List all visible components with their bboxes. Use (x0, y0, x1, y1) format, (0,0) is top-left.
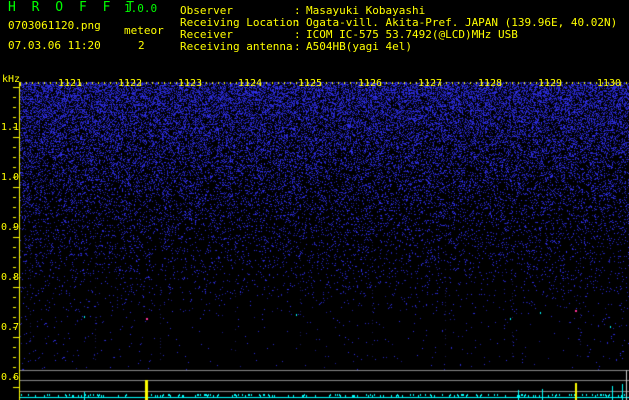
spectrogram-canvas (0, 0, 629, 400)
time-tick-label: 1128 (478, 78, 503, 89)
time-tick-label: 1125 (298, 78, 323, 89)
info-separator: : (294, 40, 301, 53)
time-tick-label: 1129 (538, 78, 563, 89)
frequency-tick-label: 0.9 (1, 222, 20, 233)
frequency-tick-label: 1.0 (1, 172, 20, 183)
frequency-tick-label: 0.7 (1, 322, 20, 333)
frequency-tick-label: 0.6 (1, 372, 20, 383)
date-time: 07.03.06 11:20 (8, 39, 101, 52)
info-key-antenna: Receiving antenna (180, 40, 293, 53)
app-version: 1.0.0 (124, 2, 158, 15)
time-tick-label: 1121 (58, 78, 83, 89)
app-title: H R O F F T (8, 0, 139, 15)
time-tick-label: 1122 (118, 78, 143, 89)
frequency-tick-label: 1.1 (1, 122, 20, 133)
frequency-unit-label: kHz (2, 74, 21, 85)
frequency-tick-label: 0.8 (1, 272, 20, 283)
file-name: 0703061120.png (8, 19, 101, 32)
time-tick-label: 1126 (358, 78, 383, 89)
time-tick-label: 1127 (418, 78, 443, 89)
time-tick-label: 1124 (238, 78, 263, 89)
time-tick-label: 1130 (597, 78, 622, 89)
info-value-antenna: A504HB(yagi 4el) (306, 40, 412, 53)
meteor-label: meteor (124, 24, 164, 37)
meteor-count: 2 (138, 39, 145, 52)
time-tick-label: 1123 (178, 78, 203, 89)
